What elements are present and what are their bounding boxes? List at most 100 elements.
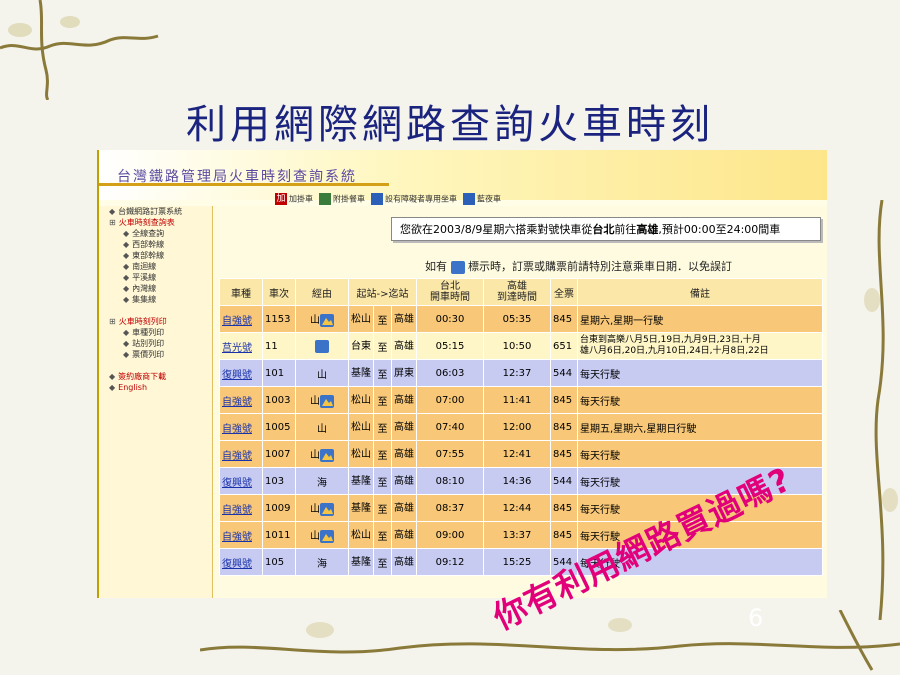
sidebar-item[interactable]: ◆ 站別列印 bbox=[99, 338, 212, 349]
origin-station-cell: 基隆 bbox=[348, 467, 374, 495]
table-row: 自強號 1153 山 松山至高雄 00:30 05:35 845 星期六,星期一行駛 bbox=[219, 305, 823, 333]
train-type-link[interactable]: 莒光號 bbox=[222, 343, 252, 354]
destination-station-cell: 高雄 bbox=[391, 548, 417, 576]
header-arrival: 高雄 到達時間 bbox=[483, 278, 551, 306]
train-type-link[interactable]: 復興號 bbox=[222, 559, 252, 570]
train-type-cell: 自強號 bbox=[219, 305, 263, 333]
via-label: 山 bbox=[310, 450, 320, 462]
fare-cell: 845 bbox=[550, 413, 578, 441]
sidebar-item[interactable]: ◆ 台鐵網路訂票系統 bbox=[99, 206, 212, 217]
departure-time-cell: 05:15 bbox=[416, 332, 484, 360]
header-note: 備註 bbox=[577, 278, 823, 306]
origin-station-cell: 松山 bbox=[348, 305, 374, 333]
timetable: 車種 車次 經由 起站->迄站 台北 開車時間 高雄 到達時間 全票 備註 自強號 1… bbox=[219, 278, 823, 576]
mountain-line-icon bbox=[320, 502, 334, 516]
train-type-link[interactable]: 復興號 bbox=[222, 478, 252, 489]
train-type-link[interactable]: 自強號 bbox=[222, 397, 252, 408]
arrival-time-cell: 12:00 bbox=[483, 413, 551, 441]
sidebar-item[interactable]: ◆ 車種列印 bbox=[99, 327, 212, 338]
vine-decoration-top bbox=[0, 0, 159, 100]
departure-time-cell: 07:55 bbox=[416, 440, 484, 468]
legend-item: 附掛餐車 bbox=[319, 193, 365, 205]
arrival-time-cell: 13:37 bbox=[483, 521, 551, 549]
destination-station-cell: 高雄 bbox=[391, 494, 417, 522]
train-number-cell: 1153 bbox=[262, 305, 296, 333]
sidebar-item[interactable]: ◆ 南迴線 bbox=[99, 261, 212, 272]
note-text: 台東到高樂八月5日,19日,九月9日,23日,十月 bbox=[580, 335, 761, 345]
note-cell: 星期五,星期六,星期日行駛 bbox=[577, 413, 823, 441]
train-number-cell: 1005 bbox=[262, 413, 296, 441]
sidebar-item[interactable]: ◆ English bbox=[99, 382, 212, 393]
legend-label: 附掛餐車 bbox=[333, 194, 365, 204]
table-row: 自強號 1005 山 松山至高雄 07:40 12:00 845 星期五,星期六,星期日行駛 bbox=[219, 413, 823, 441]
bullet-icon: ◆ bbox=[109, 383, 116, 392]
legend-toolbar: 加加掛車 附掛餐車 設有障礙者專用坐車 藍夜車 bbox=[275, 192, 501, 206]
mountain-line-icon bbox=[320, 448, 334, 462]
destination-station-cell: 高雄 bbox=[391, 467, 417, 495]
sidebar-item[interactable]: ⊞ 火車時刻查詢表 bbox=[99, 217, 212, 228]
arrival-time-cell: 11:41 bbox=[483, 386, 551, 414]
via-cell: 山 bbox=[295, 521, 349, 549]
sidebar-item[interactable]: ⊞ 火車時刻列印 bbox=[99, 316, 212, 327]
train-type-cell: 自強號 bbox=[219, 521, 263, 549]
train-number-cell: 1009 bbox=[262, 494, 296, 522]
destination-station-cell: 屏東 bbox=[391, 359, 417, 387]
bullet-icon: ◆ bbox=[109, 207, 116, 216]
header-fare: 全票 bbox=[550, 278, 578, 306]
origin-station-cell: 松山 bbox=[348, 440, 374, 468]
sidebar-item-label: 內灣線 bbox=[132, 284, 157, 293]
sidebar-item bbox=[99, 305, 212, 316]
note-cell: 每天行駛 bbox=[577, 440, 823, 468]
route-separator: 至 bbox=[373, 305, 392, 333]
train-type-link[interactable]: 自強號 bbox=[222, 505, 252, 516]
note-text: 每天行駛 bbox=[580, 369, 620, 381]
sidebar-item[interactable]: ◆ 平溪線 bbox=[99, 272, 212, 283]
train-number-cell: 101 bbox=[262, 359, 296, 387]
sidebar-item[interactable]: ◆ 東部幹線 bbox=[99, 250, 212, 261]
train-type-link[interactable]: 自強號 bbox=[222, 316, 252, 327]
sidebar-item-label: 台鐵網路訂票系統 bbox=[118, 207, 183, 216]
train-type-cell: 復興號 bbox=[219, 467, 263, 495]
query-notice: 您欲在2003/8/9星期六搭乘對號快車從台北前往高雄,預計00:00至24:0… bbox=[391, 217, 821, 241]
add-icon: 加 bbox=[275, 193, 287, 205]
train-number-cell: 1011 bbox=[262, 521, 296, 549]
route-separator: 至 bbox=[373, 386, 392, 414]
mountain-line-icon bbox=[320, 313, 334, 327]
sidebar-item[interactable]: ◆ 內灣線 bbox=[99, 283, 212, 294]
header-via: 經由 bbox=[295, 278, 349, 306]
via-cell: 山 bbox=[295, 494, 349, 522]
arrival-time-cell: 14:36 bbox=[483, 467, 551, 495]
departure-time-cell: 06:03 bbox=[416, 359, 484, 387]
via-label: 山 bbox=[310, 531, 320, 543]
sidebar-item[interactable]: ◆ 簽約廠商下載 bbox=[99, 371, 212, 382]
note-before: 如有 bbox=[425, 260, 447, 273]
legend-label: 設有障礙者專用坐車 bbox=[385, 194, 457, 204]
train-type-cell: 自強號 bbox=[219, 494, 263, 522]
note-text: 每天行駛 bbox=[580, 450, 620, 462]
departure-time-cell: 07:40 bbox=[416, 413, 484, 441]
train-type-link[interactable]: 自強號 bbox=[222, 532, 252, 543]
train-type-link[interactable]: 自強號 bbox=[222, 424, 252, 435]
timetable-header-row: 車種 車次 經由 起站->迄站 台北 開車時間 高雄 到達時間 全票 備註 bbox=[219, 278, 823, 306]
dining-icon bbox=[319, 193, 331, 205]
arrival-time-cell: 12:37 bbox=[483, 359, 551, 387]
header-divider bbox=[99, 183, 389, 186]
train-type-link[interactable]: 自強號 bbox=[222, 451, 252, 462]
train-type-link[interactable]: 復興號 bbox=[222, 370, 252, 381]
sidebar-item[interactable]: ◆ 西部幹線 bbox=[99, 239, 212, 250]
fare-cell: 845 bbox=[550, 386, 578, 414]
route-separator: 至 bbox=[373, 440, 392, 468]
sidebar-item bbox=[99, 360, 212, 371]
notice-middle: 前往 bbox=[614, 223, 637, 236]
route-separator: 至 bbox=[373, 332, 392, 360]
destination-station-cell: 高雄 bbox=[391, 332, 417, 360]
header-departure: 台北 開車時間 bbox=[416, 278, 484, 306]
table-row: 自強號 1007 山 松山至高雄 07:55 12:41 845 每天行駛 bbox=[219, 440, 823, 468]
train-type-cell: 莒光號 bbox=[219, 332, 263, 360]
via-cell: 海 bbox=[295, 467, 349, 495]
sidebar-item[interactable]: ◆ 全線查詢 bbox=[99, 228, 212, 239]
main-content: 您欲在2003/8/9星期六搭乘對號快車從台北前往高雄,預計00:00至24:0… bbox=[213, 206, 827, 598]
vine-decoration-bottom bbox=[200, 610, 900, 671]
sidebar-item[interactable]: ◆ 票價列印 bbox=[99, 349, 212, 360]
sidebar-item[interactable]: ◆ 集集線 bbox=[99, 294, 212, 305]
